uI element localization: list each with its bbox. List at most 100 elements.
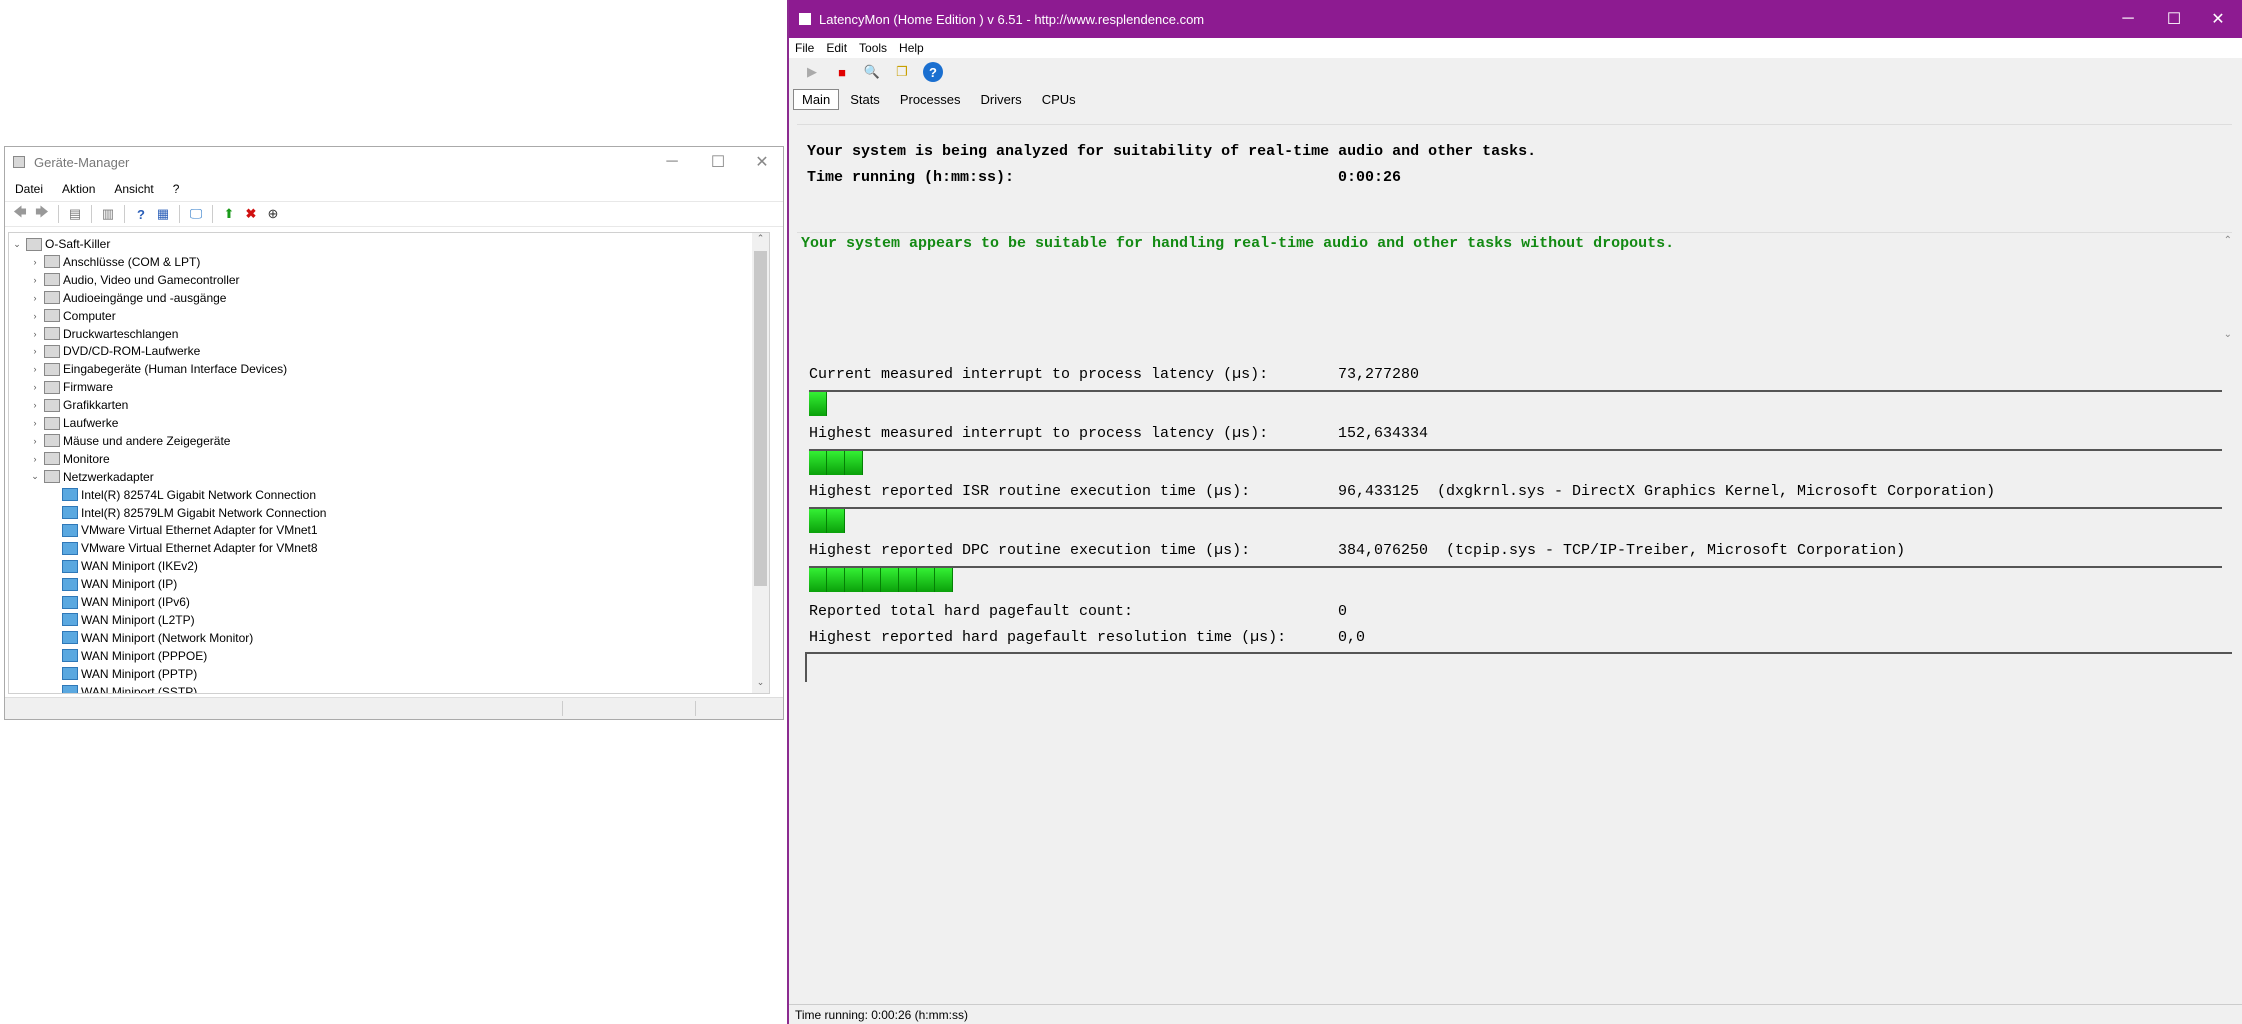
tab-cpus[interactable]: CPUs [1033,89,1085,110]
tree-network-adapter-item[interactable]: WAN Miniport (PPPOE) [47,647,207,665]
tree-network-adapter-item[interactable]: WAN Miniport (IP) [47,575,177,593]
tree-network-adapter-item[interactable]: WAN Miniport (IKEv2) [47,557,198,575]
expand-chevron-icon[interactable]: › [29,257,41,267]
expand-chevron-icon[interactable]: › [29,418,41,428]
tree-category-item[interactable]: › Laufwerke [29,414,119,432]
menu-help[interactable]: ? [173,182,180,196]
windows-icon[interactable]: ❐ [893,63,911,81]
back-arrow-icon[interactable]: 🡄 [11,204,29,223]
device-category-icon [44,309,60,323]
tree-category-item[interactable]: › DVD/CD-ROM-Laufwerke [29,342,201,360]
play-icon[interactable]: ▶ [803,63,821,81]
device-manager-icon [13,156,25,168]
scroll-up-arrow[interactable]: ⌃ [752,233,769,249]
tree-category-item[interactable]: › Grafikkarten [29,396,129,414]
close-button[interactable]: ✕ [2195,4,2241,34]
tree-category-item[interactable]: › Computer [29,307,116,325]
device-tree[interactable]: ⌃ ⌄ ⌄ O-Saft-Killer › Anschlüsse (COM & LPT… [8,232,770,694]
expand-chevron-icon[interactable]: › [29,329,41,339]
tree-item-label: WAN Miniport (PPPOE) [81,648,208,663]
tree-category-item[interactable]: › Firmware [29,378,114,396]
forward-arrow-icon[interactable]: 🡆 [33,204,51,223]
tree-category-item[interactable]: › Audio, Video und Gamecontroller [29,271,240,289]
tab-processes[interactable]: Processes [891,89,970,110]
menu-help[interactable]: Help [899,41,924,55]
network-adapter-icon [62,559,78,573]
verdict-scroll-down-arrow[interactable]: ⌄ [2224,329,2232,340]
tree-item-label: Druckwarteschlangen [63,326,179,341]
tree-category-item[interactable]: › Audioeingänge und -ausgänge [29,289,227,307]
latencymon-titlebar[interactable]: LatencyMon (Home Edition ) v 6.51 - http… [789,0,2242,38]
menu-tools[interactable]: Tools [859,41,887,55]
tree-network-adapter-item[interactable]: WAN Miniport (PPTP) [47,665,197,683]
uninstall-x-icon[interactable]: ✖ [242,205,260,223]
tree-network-adapter-item[interactable]: Intel(R) 82579LM Gigabit Network Connect… [47,504,326,522]
expand-chevron-icon[interactable]: › [29,364,41,374]
tree-network-adapter-item[interactable]: WAN Miniport (L2TP) [47,611,195,629]
menu-edit[interactable]: Edit [826,41,847,55]
help-book-icon[interactable]: ? [132,205,150,223]
tree-category-item[interactable]: ⌄ Netzwerkadapter [29,468,154,486]
expand-chevron-icon[interactable]: › [29,293,41,303]
time-running-value: 0:00:26 [1338,169,1402,186]
tab-drivers[interactable]: Drivers [972,89,1031,110]
show-hide-console-tree-icon[interactable]: ▤ [66,205,84,223]
help-icon[interactable]: ? [923,62,943,82]
tree-network-adapter-item[interactable]: VMware Virtual Ethernet Adapter for VMne… [47,521,318,539]
minimize-button[interactable]: ─ [649,147,695,177]
metric-label: Current measured interrupt to process la… [809,366,1269,383]
menu-datei[interactable]: Datei [15,182,43,196]
scroll-down-arrow[interactable]: ⌄ [752,677,769,693]
tree-category-item[interactable]: › Eingabegeräte (Human Interface Devices) [29,360,288,378]
menu-bar: Datei Aktion Ansicht ? [5,179,783,199]
stop-icon[interactable]: ■ [833,63,851,81]
tree-network-adapter-item[interactable]: Intel(R) 82574L Gigabit Network Connecti… [47,486,316,504]
tree-root-computer[interactable]: ⌄ O-Saft-Killer [11,235,110,253]
expand-chevron-icon[interactable]: ⌄ [11,239,23,250]
expand-chevron-icon[interactable]: › [29,311,41,321]
latency-bar-track [809,507,2222,510]
tree-category-item[interactable]: › Anschlüsse (COM & LPT) [29,253,201,271]
expand-chevron-icon[interactable]: › [29,454,41,464]
expand-chevron-icon[interactable]: › [29,382,41,392]
menu-aktion[interactable]: Aktion [62,182,95,196]
expand-chevron-icon[interactable]: › [29,346,41,356]
tree-vertical-scrollbar[interactable]: ⌃ ⌄ [752,233,769,693]
view-icon[interactable]: ▦ [154,205,172,223]
expand-chevron-icon[interactable]: › [29,275,41,285]
empty-progress-field [805,652,2232,682]
tree-network-adapter-item[interactable]: WAN Miniport (Network Monitor) [47,629,253,647]
tree-item-label: Netzwerkadapter [63,469,154,484]
minimize-button[interactable]: ─ [2105,4,2151,34]
expand-chevron-icon[interactable]: ⌄ [29,471,41,482]
menu-file[interactable]: File [795,41,814,55]
tree-network-adapter-item[interactable]: WAN Miniport (IPv6) [47,593,190,611]
metrics-panel: Reported total hard pagefault count: 0 H… [797,350,2232,750]
verdict-scroll-up-arrow[interactable]: ⌃ [2224,235,2232,246]
properties-icon[interactable]: ▥ [99,205,117,223]
close-button[interactable]: ✕ [739,147,785,177]
maximize-button[interactable]: ☐ [695,147,741,177]
tree-network-adapter-item[interactable]: VMware Virtual Ethernet Adapter for VMne… [47,539,318,557]
tree-network-adapter-item[interactable]: WAN Miniport (SSTP) [47,683,197,693]
tree-item-label: Anschlüsse (COM & LPT) [63,254,201,269]
tree-category-item[interactable]: › Monitore [29,450,110,468]
tree-category-item[interactable]: › Mäuse und andere Zeigegeräte [29,432,231,450]
latency-bar-track [809,390,2222,392]
tree-item-label: O-Saft-Killer [45,237,111,251]
tab-bar: Main Stats Processes Drivers CPUs [793,86,1087,110]
device-manager-titlebar[interactable]: Geräte-Manager ─ ☐ ✕ [5,147,783,177]
tab-stats[interactable]: Stats [841,89,889,110]
device-category-icon [44,434,60,448]
expand-chevron-icon[interactable]: › [29,400,41,410]
update-driver-icon[interactable]: ⬆ [220,205,238,223]
download-circle-icon[interactable]: ⊕ [264,205,282,223]
menu-ansicht[interactable]: Ansicht [114,182,153,196]
search-magnifier-icon[interactable]: 🔍 [863,63,881,81]
monitor-icon[interactable]: 🖵 [187,205,205,223]
maximize-button[interactable]: ☐ [2151,4,2197,34]
tab-main[interactable]: Main [793,89,840,110]
tree-category-item[interactable]: › Druckwarteschlangen [29,325,179,343]
expand-chevron-icon[interactable]: › [29,436,41,446]
scrollbar-thumb[interactable] [754,251,767,586]
